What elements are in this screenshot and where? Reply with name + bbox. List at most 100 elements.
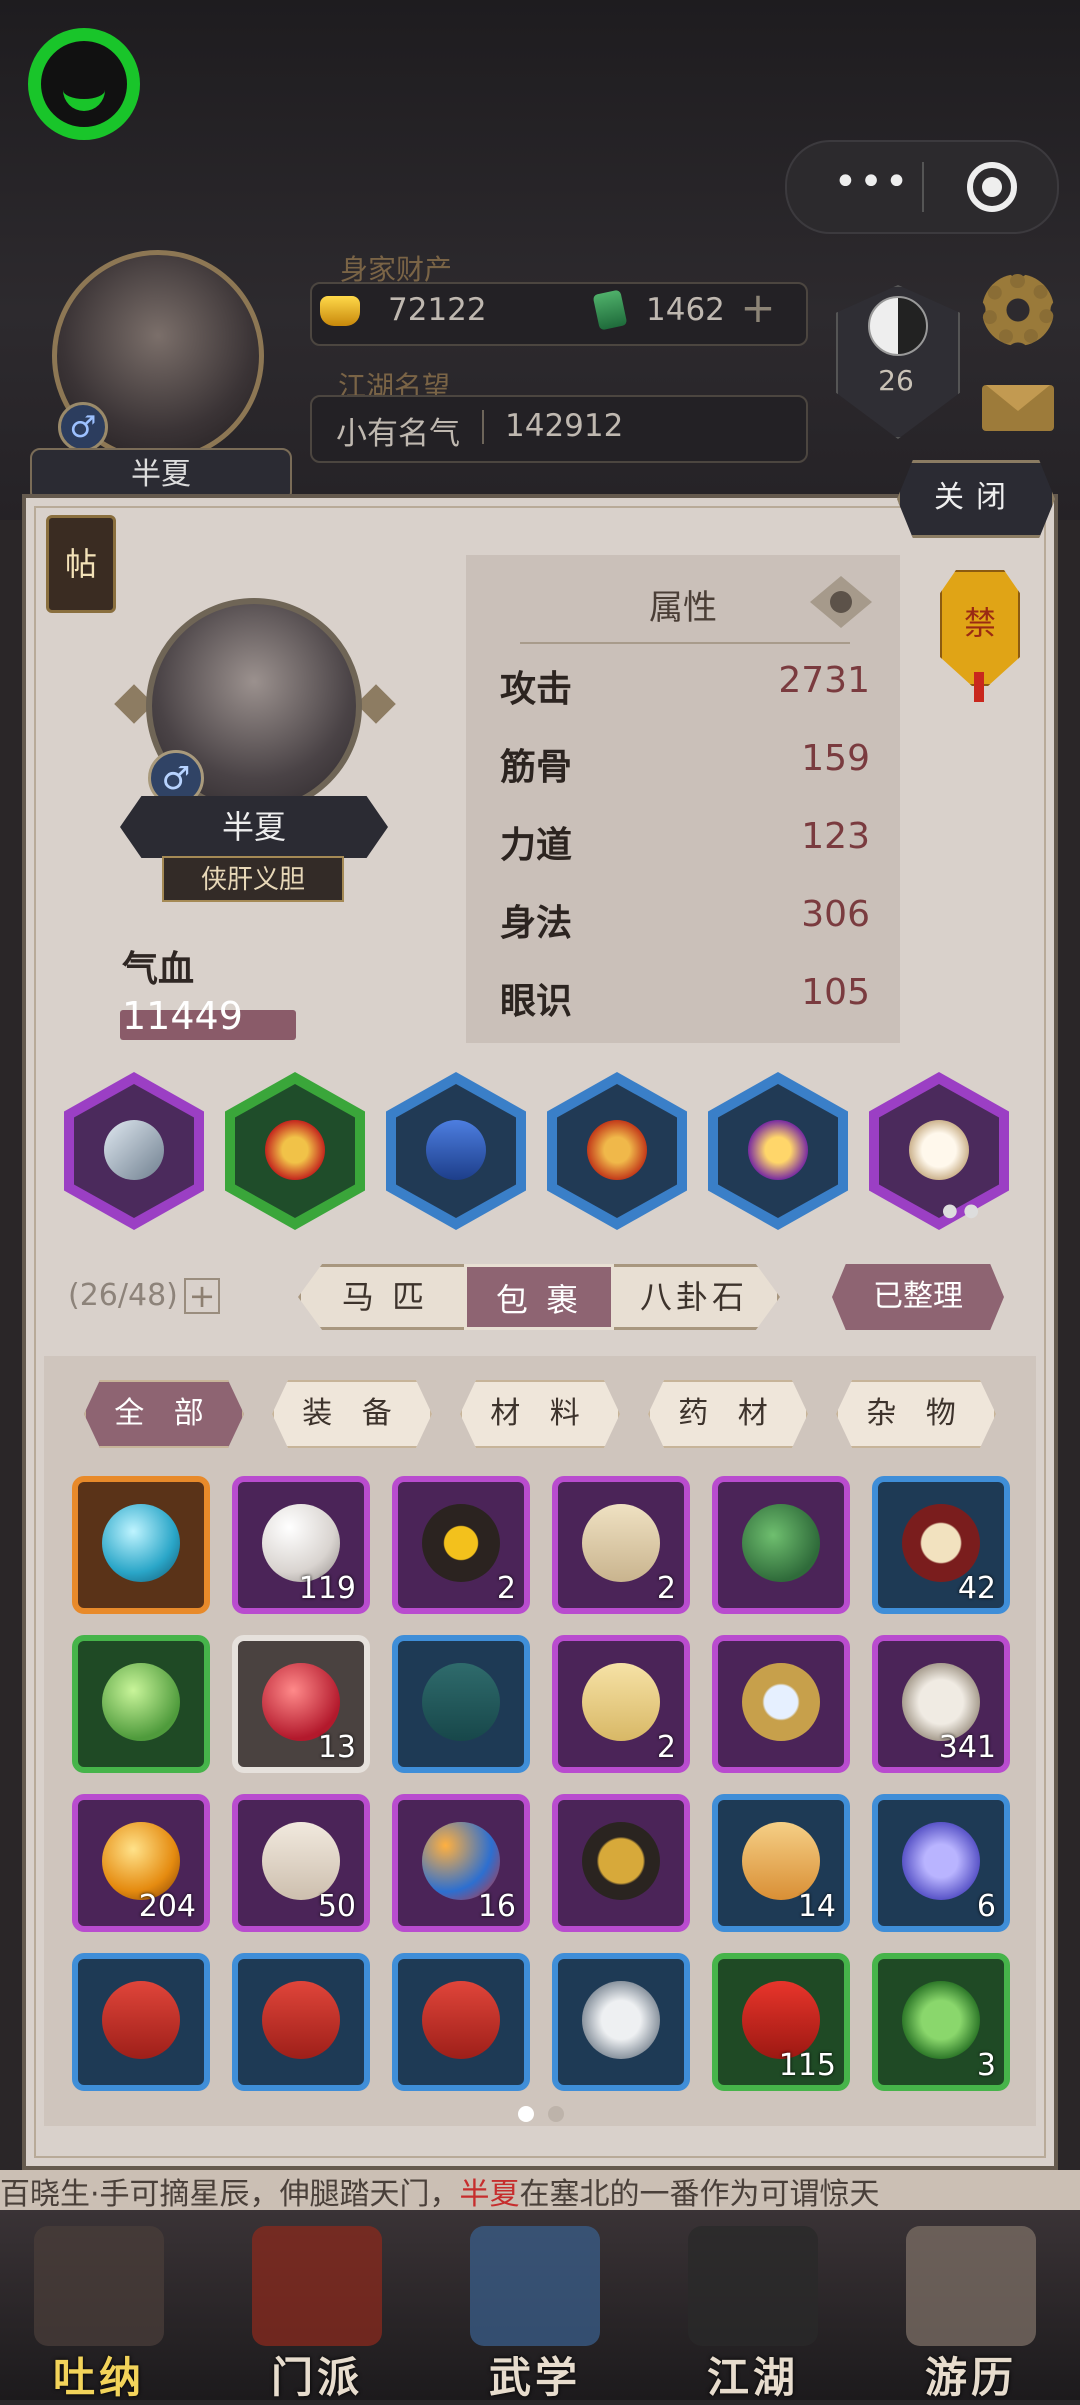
inventory-slot[interactable] — [72, 1476, 210, 1614]
item-count: 341 — [938, 1730, 996, 1765]
attribute-row: 身法 306 — [500, 894, 870, 954]
attribute-label: 攻击 — [500, 669, 573, 710]
red-book-icon — [422, 1981, 500, 2059]
page-indicator-dot[interactable] — [518, 2106, 534, 2122]
grapes-icon — [902, 1822, 980, 1900]
boots-icon — [587, 1120, 647, 1180]
nav-item-2[interactable]: 武学 — [460, 2220, 610, 2402]
jade-stone-icon — [742, 1504, 820, 1582]
gold-amount: 72122 — [388, 292, 487, 328]
nav-label: 吐纳 — [52, 2353, 145, 2402]
inventory-slot[interactable]: 16 — [392, 1794, 530, 1932]
nav-item-4[interactable]: 游历 — [896, 2220, 1046, 2402]
inventory-slot[interactable]: 3 — [872, 1953, 1010, 2091]
bag-tab-2[interactable]: 八卦石 — [614, 1264, 774, 1330]
close-button[interactable]: 关闭 — [897, 460, 1055, 538]
attribute-label: 力道 — [500, 825, 573, 866]
chat-logo-icon[interactable] — [28, 28, 140, 140]
mini-program-capsule: ••• — [785, 140, 1059, 234]
belt-icon — [426, 1120, 486, 1180]
inventory-slot[interactable]: 13 — [232, 1635, 370, 1773]
book-icon — [422, 1663, 500, 1741]
inventory-slot[interactable] — [72, 1953, 210, 2091]
item-count: 42 — [957, 1571, 996, 1606]
nav-item-3[interactable]: 江湖 — [678, 2220, 828, 2402]
inventory-slot[interactable] — [392, 1635, 530, 1773]
inventory-slot[interactable] — [712, 1635, 850, 1773]
fame-value: 142912 — [505, 408, 624, 444]
censer-icon — [582, 1822, 660, 1900]
inventory-slot[interactable]: 6 — [872, 1794, 1010, 1932]
yellow-scroll-icon — [582, 1663, 660, 1741]
inventory-slot[interactable]: 50 — [232, 1794, 370, 1932]
sect-banner-icon — [252, 2226, 382, 2346]
green-orb-icon — [102, 1663, 180, 1741]
inventory-slot[interactable] — [72, 1635, 210, 1773]
attribute-value: 159 — [801, 738, 870, 779]
inventory-slot[interactable]: 115 — [712, 1953, 850, 2091]
item-count: 50 — [317, 1889, 356, 1924]
filter-tab-0[interactable]: 全 部 — [84, 1380, 244, 1448]
item-count: 2 — [496, 1571, 516, 1606]
oil-jar-icon — [422, 1504, 500, 1582]
item-count: 3 — [976, 2048, 996, 2083]
inventory-slot[interactable]: 2 — [392, 1476, 530, 1614]
inventory-slot[interactable] — [552, 1953, 690, 2091]
inventory-slot[interactable]: 341 — [872, 1635, 1010, 1773]
nav-label: 门派 — [270, 2353, 363, 2402]
expand-bag-button[interactable]: + — [184, 1278, 220, 1314]
attribute-label: 身法 — [500, 903, 573, 944]
marquee-player-name: 半夏 — [459, 2177, 520, 2212]
red-book-icon — [102, 1981, 180, 2059]
character-title[interactable]: 侠肝义胆 — [162, 856, 344, 902]
gear-icon[interactable] — [982, 274, 1054, 346]
pendant-icon — [748, 1120, 808, 1180]
more-menu-icon[interactable]: ••• — [827, 162, 917, 208]
inventory-slot[interactable]: 42 — [872, 1476, 1010, 1614]
filter-tab-3[interactable]: 药 材 — [648, 1380, 808, 1448]
inventory-slot[interactable]: 2 — [552, 1476, 690, 1614]
add-currency-icon[interactable]: + — [738, 287, 778, 329]
nav-item-1[interactable]: 门派 — [242, 2220, 392, 2402]
inventory-slot[interactable] — [232, 1953, 370, 2091]
invitation-card-icon[interactable]: 帖 — [46, 515, 116, 613]
attribute-row: 筋骨 159 — [500, 738, 870, 798]
character-name: 半夏 — [120, 796, 388, 858]
bag-tab-0[interactable]: 马 匹 — [306, 1264, 464, 1330]
fame-title: 小有名气 — [336, 416, 460, 452]
item-count: 13 — [317, 1730, 356, 1765]
sort-button[interactable]: 已整理 — [832, 1264, 1004, 1330]
close-program-icon[interactable] — [967, 162, 1017, 212]
nav-label: 江湖 — [706, 2353, 799, 2402]
attribute-value: 105 — [801, 972, 870, 1013]
scroll-page-icon — [582, 1504, 660, 1582]
filter-tab-4[interactable]: 杂 物 — [836, 1380, 996, 1448]
meditate-icon — [34, 2226, 164, 2346]
inventory-slot[interactable] — [712, 1476, 850, 1614]
item-count: 2 — [656, 1730, 676, 1765]
inventory-slot[interactable] — [552, 1794, 690, 1932]
nav-label: 游历 — [924, 2353, 1017, 2402]
martial-books-icon — [470, 2226, 600, 2346]
red-book-icon — [262, 1981, 340, 2059]
attribute-row: 力道 123 — [500, 816, 870, 876]
inventory-slot[interactable]: 204 — [72, 1794, 210, 1932]
inventory-slot[interactable]: 14 — [712, 1794, 850, 1932]
mount-page-dots: ● ● — [942, 1200, 980, 1221]
item-count: 2 — [656, 1571, 676, 1606]
inventory-slot[interactable] — [392, 1953, 530, 2091]
gold-ingot-icon — [320, 296, 360, 326]
filter-tab-2[interactable]: 材 料 — [460, 1380, 620, 1448]
mail-icon[interactable] — [982, 385, 1054, 431]
filter-tab-1[interactable]: 装 备 — [272, 1380, 432, 1448]
fame-divider — [482, 410, 484, 444]
horse-icon — [909, 1120, 969, 1180]
nav-item-0[interactable]: 吐纳 — [24, 2220, 174, 2402]
attribute-label: 眼识 — [500, 981, 573, 1022]
inventory-slot[interactable]: 119 — [232, 1476, 370, 1614]
inventory-slot[interactable]: 2 — [552, 1635, 690, 1773]
marquee-text-tail: 在塞北的一番作为可谓惊天 — [519, 2177, 880, 2212]
attribute-value: 306 — [801, 894, 870, 935]
bag-tab-1[interactable]: 包 裹 — [464, 1264, 614, 1330]
page-indicator-dot[interactable] — [548, 2106, 564, 2122]
